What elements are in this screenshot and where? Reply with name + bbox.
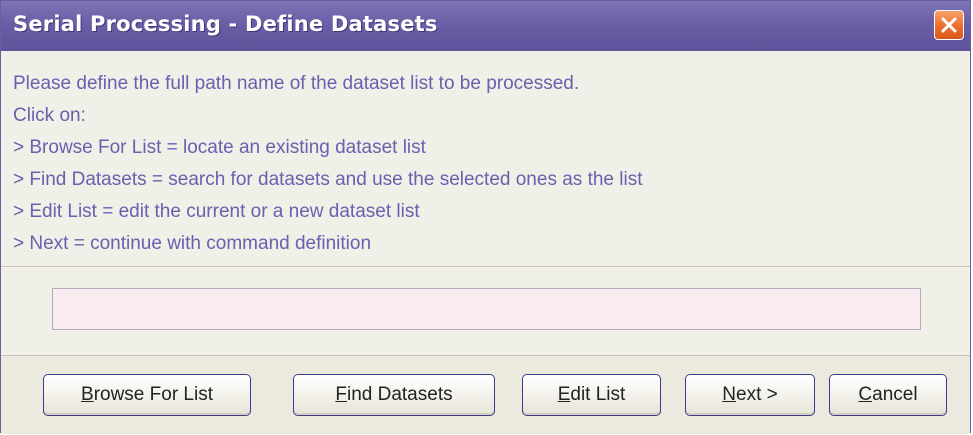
next-label: ext > xyxy=(736,384,778,405)
next-button[interactable]: Next > xyxy=(685,374,815,416)
instruction-line: Please define the full path name of the … xyxy=(13,73,580,94)
browse-mnemonic: B xyxy=(81,384,94,405)
instruction-line: > Next = continue with command definitio… xyxy=(13,233,372,254)
instruction-line: > Find Datasets = search for datasets an… xyxy=(13,169,643,190)
path-panel xyxy=(1,267,970,356)
instruction-line: > Browse For List = locate an existing d… xyxy=(13,137,426,158)
instruction-line: > Edit List = edit the current or a new … xyxy=(13,201,420,222)
cancel-label: ancel xyxy=(872,384,918,405)
button-bar: Browse For List Find Datasets Edit List … xyxy=(1,356,970,434)
edit-label: dit List xyxy=(570,384,626,405)
edit-mnemonic: E xyxy=(557,384,571,405)
title-bar[interactable]: Serial Processing - Define Datasets xyxy=(1,1,970,51)
close-button[interactable] xyxy=(934,10,964,40)
instructions-panel: Please define the full path name of the … xyxy=(1,51,970,267)
find-mnemonic: F xyxy=(335,384,347,405)
dataset-list-path-input[interactable] xyxy=(52,288,921,330)
find-datasets-button[interactable]: Find Datasets xyxy=(293,374,495,416)
edit-list-button[interactable]: Edit List xyxy=(522,374,661,416)
cancel-mnemonic: C xyxy=(858,384,873,405)
instruction-line: Click on: xyxy=(13,105,86,126)
next-mnemonic: N xyxy=(722,384,736,405)
find-label: ind Datasets xyxy=(346,384,453,405)
browse-for-list-button[interactable]: Browse For List xyxy=(43,374,251,416)
browse-label: rowse For List xyxy=(93,384,213,405)
dialog-window: Serial Processing - Define Datasets Plea… xyxy=(0,0,971,434)
window-title: Serial Processing - Define Datasets xyxy=(13,12,438,36)
close-icon xyxy=(941,17,957,33)
cancel-button[interactable]: Cancel xyxy=(829,374,947,416)
